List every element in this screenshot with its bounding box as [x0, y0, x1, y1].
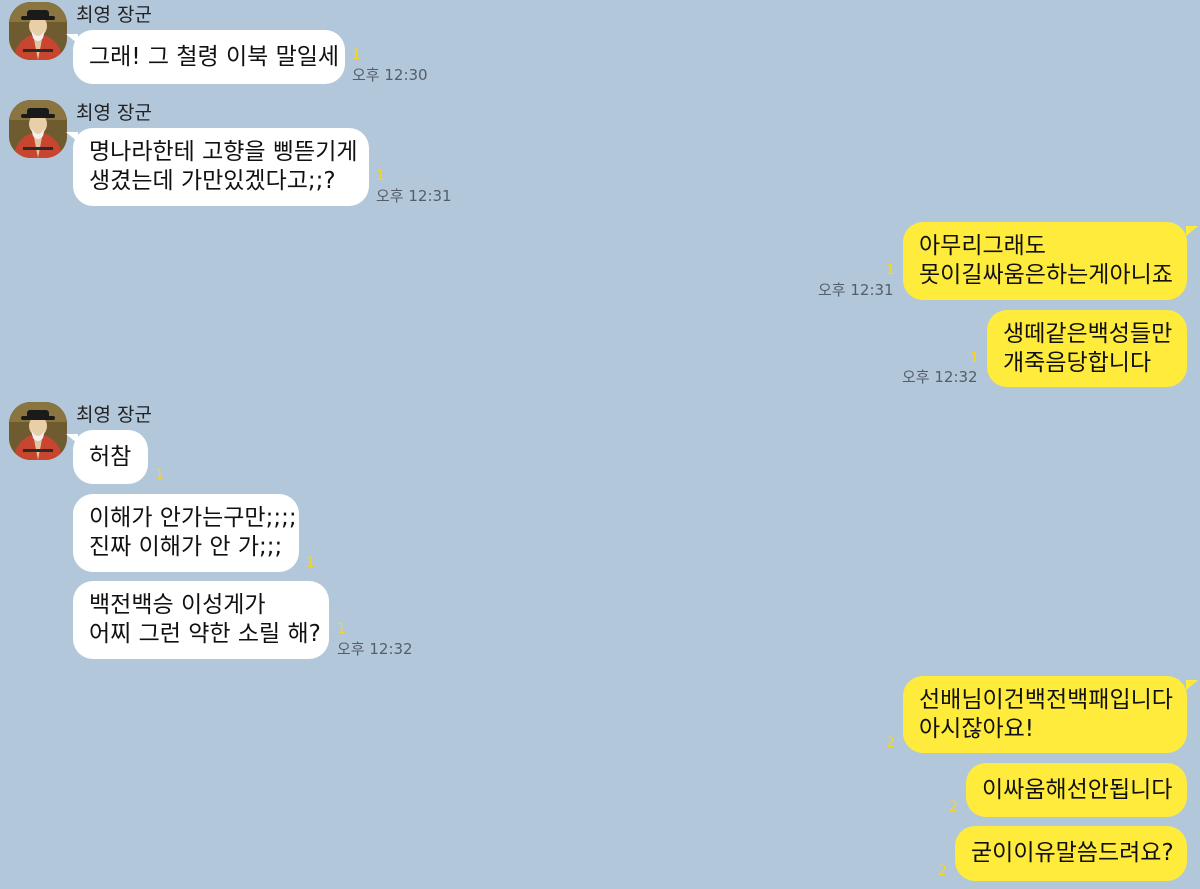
message-text-line: 아시잖아요! — [919, 715, 1035, 742]
sender-avatar[interactable] — [9, 402, 67, 460]
message-time: 오후 12:32 — [337, 640, 413, 658]
general-portrait-icon — [9, 100, 67, 158]
unread-count: 1 — [155, 467, 164, 483]
message-text-line: 허참 — [89, 443, 132, 470]
bubble-tail — [1186, 226, 1198, 236]
message-text-line: 명나라한테 고향을 삥뜯기게 — [89, 139, 358, 165]
message-text-line: 개죽음당합니다 — [1003, 349, 1152, 376]
sender-name: 최영 장군 — [76, 404, 152, 426]
sender-name: 최영 장군 — [76, 102, 152, 124]
incoming-message-bubble[interactable]: 백전백승 이성게가 어찌 그런 약한 소릴 해? — [73, 581, 329, 659]
sender-avatar[interactable] — [9, 2, 67, 60]
message-text-line: 진짜 이해가 안 가;;; — [89, 534, 283, 560]
message-text-line: 백전백승 이성게가 — [89, 592, 266, 618]
message-text-line: 그래! 그 철령 이북 말일세 — [89, 43, 340, 70]
message-text-line: 이싸움해선안됩니다 — [982, 776, 1173, 803]
unread-count: 1 — [352, 47, 361, 63]
message-text-line: 아무리그래도 — [919, 233, 1046, 259]
unread-count: 2 — [949, 799, 958, 815]
message-time: 오후 12:32 — [902, 368, 978, 386]
message-text-line: 생떼같은백성들만 — [1003, 320, 1173, 347]
general-portrait-icon — [9, 2, 67, 60]
unread-count: 1 — [376, 168, 385, 184]
incoming-message-bubble[interactable]: 허참 — [73, 430, 148, 484]
incoming-message-bubble[interactable]: 명나라한테 고향을 삥뜯기게 생겼는데 가만있겠다고;;? — [73, 128, 369, 206]
incoming-message-bubble[interactable]: 그래! 그 철령 이북 말일세 — [73, 30, 345, 84]
chat-room: 최영 장군 그래! 그 철령 이북 말일세 1 오후 12:30 최영 장군 명… — [0, 0, 1200, 889]
message-text-line: 못이길싸움은하는게아니죠 — [919, 262, 1173, 288]
unread-count: 2 — [886, 735, 895, 751]
outgoing-message-bubble[interactable]: 선배님이건백전백패입니다 아시잖아요! — [903, 676, 1187, 753]
message-text-line: 선배님이건백전백패입니다 — [919, 686, 1173, 713]
unread-count: 1 — [306, 555, 315, 571]
unread-count: 1 — [337, 621, 346, 637]
message-text-line: 생겼는데 가만있겠다고;;? — [89, 168, 336, 194]
sender-name: 최영 장군 — [76, 4, 152, 26]
outgoing-message-bubble[interactable]: 굳이이유말씀드려요? — [955, 826, 1187, 881]
outgoing-message-bubble[interactable]: 이싸움해선안됩니다 — [966, 763, 1187, 817]
outgoing-message-bubble[interactable]: 생떼같은백성들만 개죽음당합니다 — [987, 310, 1187, 387]
general-portrait-icon — [9, 402, 67, 460]
incoming-message-bubble[interactable]: 이해가 안가는구만;;;; 진짜 이해가 안 가;;; — [73, 494, 299, 572]
message-time: 오후 12:31 — [376, 187, 452, 205]
unread-count: 1 — [886, 262, 895, 278]
message-time: 오후 12:30 — [352, 66, 428, 84]
bubble-tail — [1186, 680, 1198, 690]
message-text-line: 굳이이유말씀드려요? — [971, 840, 1174, 866]
unread-count: 2 — [938, 863, 947, 879]
outgoing-message-bubble[interactable]: 아무리그래도 못이길싸움은하는게아니죠 — [903, 222, 1187, 300]
message-time: 오후 12:31 — [818, 281, 894, 299]
message-text-line: 이해가 안가는구만;;;; — [89, 505, 297, 531]
unread-count: 1 — [970, 350, 979, 366]
message-text-line: 어찌 그런 약한 소릴 해? — [89, 621, 321, 647]
sender-avatar[interactable] — [9, 100, 67, 158]
